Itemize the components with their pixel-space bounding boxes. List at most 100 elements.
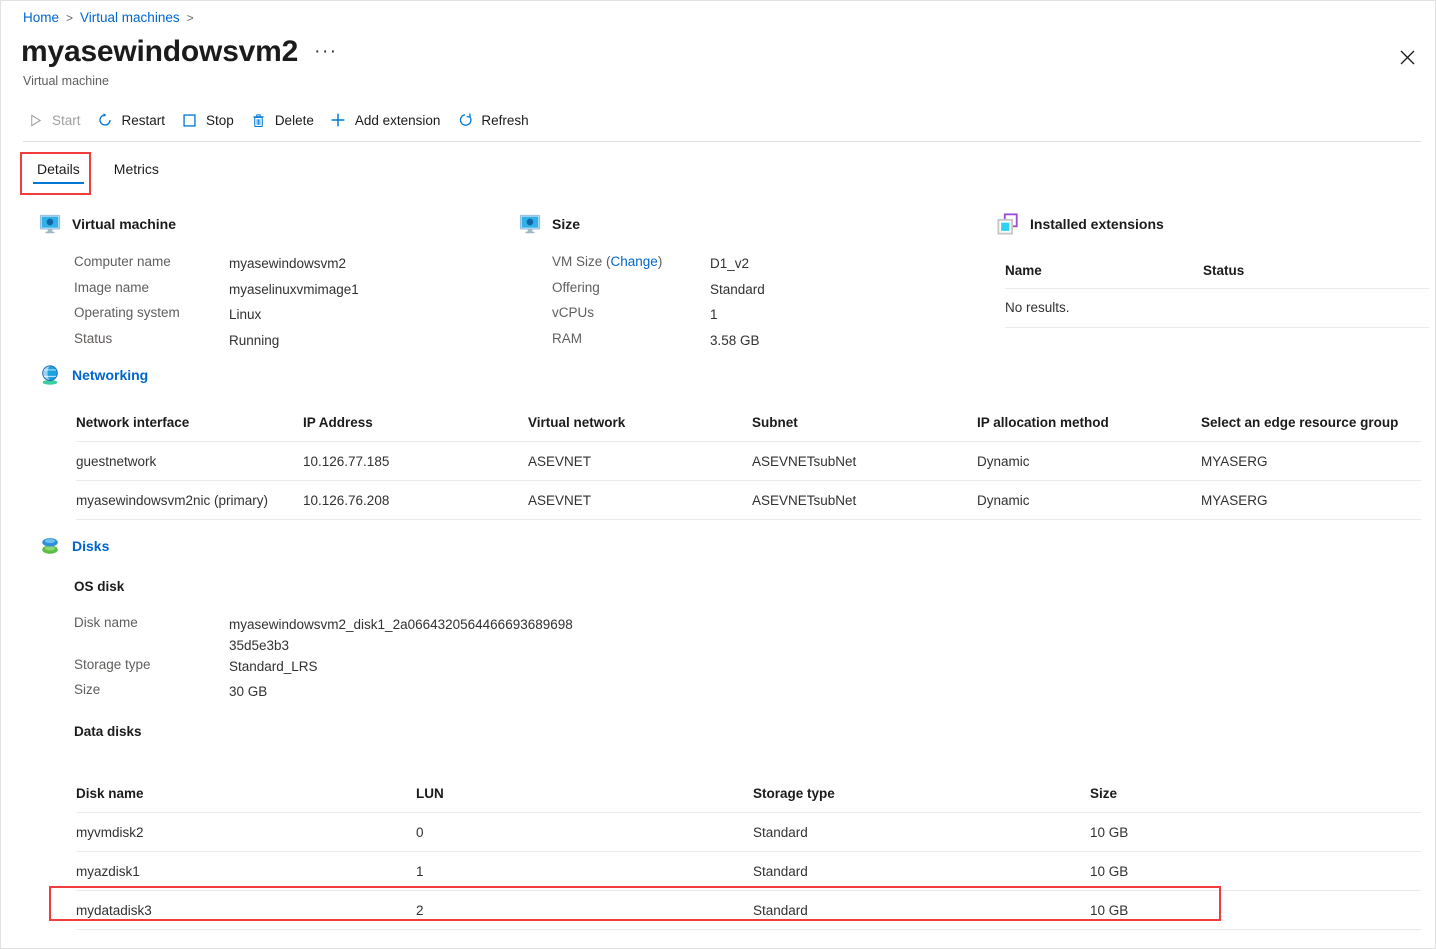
column-header-size: Size [1090,786,1390,801]
column-header-storage-type: Storage type [753,786,1090,801]
property-key: Status [74,331,229,346]
refresh-button-label: Refresh [481,113,528,128]
property-value: Running [229,331,504,352]
property-key: Offering [552,280,710,295]
property-value: myasewindowsvm2 [229,254,504,275]
cell-storage-type: Standard [753,903,1090,918]
page-title: myasewindowsvm2 [21,35,298,68]
table-row[interactable]: myvmdisk2 0 Standard 10 GB [76,812,1421,851]
property-key: RAM [552,331,710,346]
cell-size: 10 GB [1090,903,1390,918]
column-header-ip-allocation-method: IP allocation method [977,415,1201,430]
vm-size-change-link[interactable]: Change [611,254,658,269]
property-value: myaselinuxvmimage1 [229,280,504,301]
refresh-icon [456,112,473,129]
property-row: Image name myaselinuxvmimage1 [74,280,504,306]
more-options-icon[interactable]: ··· [314,41,337,63]
section-header-disks: Disks [39,535,109,557]
delete-button-label: Delete [275,113,314,128]
property-value: Standard_LRS [229,657,574,678]
cell-disk-name: mydatadisk3 [76,903,416,918]
breadcrumb-item-home[interactable]: Home [23,10,59,25]
property-key: Computer name [74,254,229,269]
cell-storage-type: Standard [753,864,1090,879]
property-key-vm-size: VM Size (Change) [552,254,710,269]
cell-lun: 1 [416,864,753,879]
column-header-network-interface: Network interface [76,415,303,430]
property-value: Linux [229,305,504,326]
property-row: Status Running [74,331,504,357]
vm-details-page: Home > Virtual machines > myasewindowsvm… [0,0,1436,949]
page-subtitle: Virtual machine [23,74,109,88]
installed-extensions-table: Name Status No results. [1005,263,1429,328]
cell-disk-name: myazdisk1 [76,864,416,879]
property-row: Storage type Standard_LRS [74,657,574,683]
column-header-ip-address: IP Address [303,415,528,430]
cell-edge-resource-group: MYASERG [1201,493,1421,508]
stop-button[interactable]: Stop [177,108,246,133]
stop-button-label: Stop [206,113,234,128]
start-button-label: Start [52,113,81,128]
breadcrumb-separator-icon: > [66,11,73,25]
column-header-name: Name [1005,263,1203,278]
table-row[interactable]: myasewindowsvm2nic (primary) 10.126.76.2… [76,480,1421,520]
property-key: Storage type [74,657,229,672]
cell-subnet: ASEVNETsubNet [752,493,977,508]
play-icon [27,112,44,129]
extensions-icon [997,213,1019,235]
cell-lun: 0 [416,825,753,840]
section-header-size: Size [519,213,580,235]
property-row: Disk name myasewindowsvm2_disk1_2a066432… [74,615,574,657]
title-row: myasewindowsvm2 ··· [21,35,338,68]
tab-metrics-label: Metrics [114,161,159,177]
property-row: Operating system Linux [74,305,504,331]
section-title-disks[interactable]: Disks [72,538,109,554]
table-row[interactable]: guestnetwork 10.126.77.185 ASEVNET ASEVN… [76,441,1421,480]
cell-size: 10 GB [1090,825,1390,840]
cell-size: 10 GB [1090,864,1390,879]
section-title-networking[interactable]: Networking [72,367,148,383]
tab-details[interactable]: Details [23,153,94,188]
restart-button[interactable]: Restart [93,108,178,133]
add-extension-button[interactable]: Add extension [326,108,453,133]
empty-message: No results. [1005,300,1070,315]
section-header-installed-extensions: Installed extensions [997,213,1164,235]
column-header-status: Status [1203,263,1244,278]
tab-details-label: Details [37,161,80,177]
property-row: Computer name myasewindowsvm2 [74,254,504,280]
start-button[interactable]: Start [23,108,93,133]
property-key: Disk name [74,615,229,630]
property-key: Image name [74,280,229,295]
cell-edge-resource-group: MYASERG [1201,454,1421,469]
plus-icon [330,112,347,129]
column-header-subnet: Subnet [752,415,977,430]
breadcrumb-item-virtual-machines[interactable]: Virtual machines [80,10,180,25]
command-bar-divider [23,141,1421,142]
trash-icon [250,112,267,129]
refresh-button[interactable]: Refresh [452,108,540,133]
table-row[interactable]: myazdisk1 1 Standard 10 GB [76,851,1421,890]
data-disks-table: Disk name LUN Storage type Size myvmdisk… [76,786,1421,930]
property-value: D1_v2 [710,254,982,275]
property-row: Offering Standard [552,280,982,306]
tab-bar: Details Metrics [23,153,173,188]
breadcrumb-separator-icon-2: > [187,11,194,25]
breadcrumb: Home > Virtual machines > [23,10,194,25]
command-bar: Start Restart Stop [23,105,541,135]
cell-ip-allocation-method: Dynamic [977,454,1201,469]
property-key: Operating system [74,305,229,320]
property-key: Size [74,682,229,697]
table-header-row: Name Status [1005,263,1429,288]
property-row: VM Size (Change) D1_v2 [552,254,982,280]
property-value: 30 GB [229,682,574,703]
column-header-virtual-network: Virtual network [528,415,752,430]
table-row-highlighted[interactable]: mydatadisk3 2 Standard 10 GB [76,890,1421,930]
column-header-edge-resource-group: Select an edge resource group [1201,415,1421,430]
cell-disk-name: myvmdisk2 [76,825,416,840]
column-header-disk-name: Disk name [76,786,416,801]
vm-size-label: VM Size [552,254,602,269]
tab-metrics[interactable]: Metrics [100,153,173,188]
close-button[interactable] [1393,43,1421,71]
restart-button-label: Restart [122,113,166,128]
delete-button[interactable]: Delete [246,108,326,133]
